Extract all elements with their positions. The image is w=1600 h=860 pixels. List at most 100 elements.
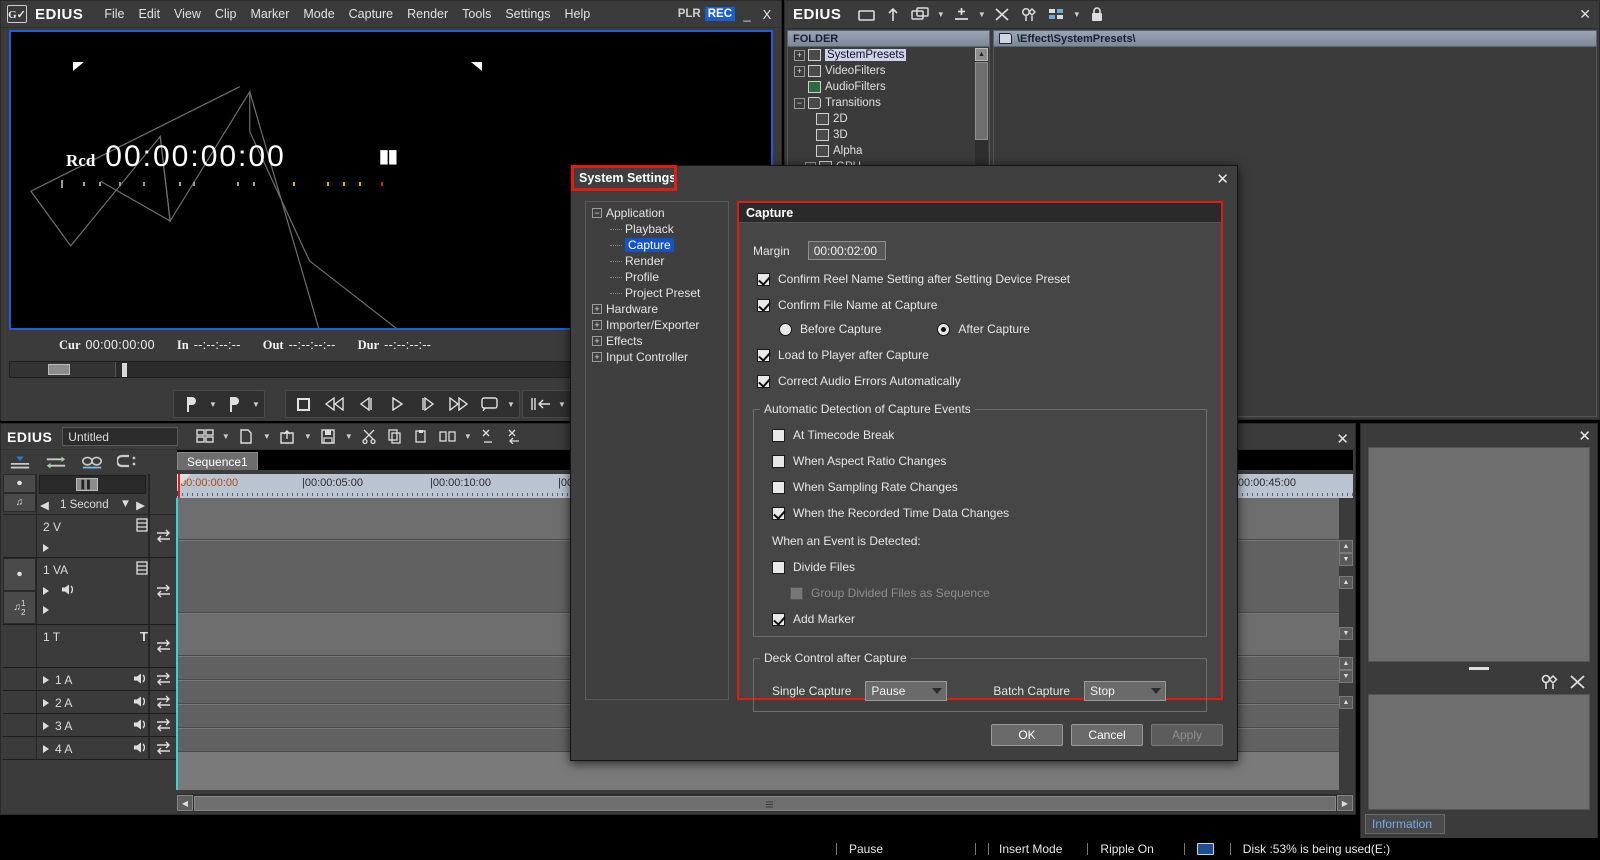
close-icon[interactable] bbox=[1569, 674, 1586, 693]
right-dock-splitter[interactable] bbox=[1368, 664, 1590, 672]
track-scroll-down-icon[interactable]: ▼ bbox=[1339, 627, 1353, 640]
set-in-point-button[interactable] bbox=[176, 391, 207, 417]
track-header-1t[interactable]: 1 T T bbox=[3, 625, 177, 668]
track-header-3a[interactable]: 3 A bbox=[3, 714, 177, 737]
menu-settings[interactable]: Settings bbox=[498, 5, 557, 23]
project-name-field[interactable]: Untitled bbox=[62, 427, 179, 446]
rewind-button[interactable] bbox=[319, 391, 350, 417]
category-profile[interactable]: Profile bbox=[586, 269, 728, 285]
checkbox-at-timecode-break[interactable]: At Timecode Break bbox=[772, 428, 1206, 442]
checkbox-icon[interactable] bbox=[772, 428, 785, 442]
timeline-horizontal-scrollbar[interactable]: ◀ ▶ bbox=[177, 794, 1353, 812]
set-out-point-button[interactable] bbox=[219, 391, 250, 417]
new-clip-icon[interactable] bbox=[235, 426, 257, 448]
minimize-button[interactable]: _ bbox=[739, 6, 755, 22]
expander-minus-icon[interactable]: − bbox=[592, 208, 602, 218]
scroll-left-arrow-icon[interactable]: ◀ bbox=[177, 795, 193, 811]
fast-forward-button[interactable] bbox=[443, 391, 474, 417]
delete-transition-icon[interactable] bbox=[477, 426, 499, 448]
checkbox-icon[interactable] bbox=[757, 348, 770, 362]
track-header-2a[interactable]: 2 A bbox=[3, 691, 177, 714]
expander-plus-icon[interactable]: + bbox=[794, 65, 805, 77]
scale-dropdown-caret-icon[interactable]: ▼ bbox=[120, 498, 131, 512]
checkbox-icon[interactable] bbox=[772, 612, 785, 626]
loop-button[interactable] bbox=[474, 391, 505, 417]
track-mixer-button[interactable] bbox=[149, 668, 177, 690]
scroll-up-arrow-icon[interactable]: ▲ bbox=[975, 48, 988, 61]
expander-plus-icon[interactable]: + bbox=[592, 336, 602, 346]
batch-capture-select[interactable]: Stop bbox=[1084, 681, 1167, 701]
link-icon[interactable] bbox=[81, 451, 103, 473]
speaker-icon[interactable] bbox=[133, 695, 148, 711]
track-mixer-button[interactable] bbox=[149, 737, 177, 759]
expander-minus-icon[interactable]: − bbox=[794, 97, 805, 109]
expand-track-arrow-icon[interactable] bbox=[43, 721, 49, 730]
new-folder-icon[interactable] bbox=[854, 4, 878, 26]
sequence-dropdown-caret-icon[interactable]: ▼ bbox=[220, 432, 231, 441]
radio-after-capture-icon[interactable] bbox=[937, 322, 951, 336]
tree-item-transitions[interactable]: − Transitions bbox=[788, 95, 989, 111]
track-mixer-button[interactable] bbox=[149, 515, 177, 557]
checkbox-recorded-time-data-changes[interactable]: When the Recorded Time Data Changes bbox=[772, 506, 1206, 520]
tree-item-alpha[interactable]: Alpha bbox=[788, 143, 989, 159]
tab-information[interactable]: Information bbox=[1365, 814, 1445, 834]
category-hardware[interactable]: + Hardware bbox=[586, 301, 728, 317]
plr-label[interactable]: PLR bbox=[678, 8, 701, 20]
snap-icon[interactable] bbox=[117, 451, 139, 473]
tree-item-audiofilters[interactable]: AudioFilters bbox=[788, 79, 989, 95]
in-point-dropdown-caret-icon[interactable]: ▼ bbox=[207, 400, 219, 409]
scrollbar-thumb[interactable] bbox=[975, 62, 988, 140]
speaker-icon[interactable] bbox=[133, 672, 148, 688]
save-icon[interactable] bbox=[317, 426, 339, 448]
scale-next-arrow-icon[interactable]: ▶ bbox=[136, 498, 145, 512]
copy-folder-dropdown-caret-icon[interactable]: ▼ bbox=[935, 4, 946, 26]
play-button[interactable] bbox=[381, 391, 412, 417]
menu-mode[interactable]: Mode bbox=[296, 5, 341, 23]
checkbox-add-marker[interactable]: Add Marker bbox=[772, 612, 1206, 626]
save-dropdown-caret-icon[interactable]: ▼ bbox=[343, 432, 354, 441]
expander-plus-icon[interactable]: + bbox=[592, 352, 602, 362]
tree-item-3d[interactable]: 3D bbox=[788, 127, 989, 143]
checkbox-confirm-file-name[interactable]: Confirm File Name at Capture bbox=[757, 298, 1221, 312]
up-folder-icon[interactable] bbox=[881, 4, 905, 26]
properties-icon[interactable] bbox=[1017, 4, 1041, 26]
menu-view[interactable]: View bbox=[167, 5, 208, 23]
track-name-row[interactable]: 2 V bbox=[37, 515, 148, 538]
rec-label[interactable]: REC bbox=[704, 7, 735, 21]
right-dock-close-button[interactable]: ✕ bbox=[1578, 427, 1591, 445]
scale-prev-arrow-icon[interactable]: ◀ bbox=[40, 498, 49, 512]
add-effect-icon[interactable] bbox=[949, 4, 973, 26]
right-dock-upper-pane[interactable] bbox=[1368, 447, 1590, 662]
replace-icon[interactable] bbox=[436, 426, 458, 448]
menu-help[interactable]: Help bbox=[558, 5, 598, 23]
video-mute-toggle[interactable]: ⏺ bbox=[3, 474, 36, 493]
radio-before-capture-icon[interactable] bbox=[779, 322, 792, 336]
tree-item-systempresets[interactable]: + SystemPresets bbox=[788, 47, 989, 63]
category-application[interactable]: − Application bbox=[586, 205, 728, 221]
track-mixer-button[interactable] bbox=[149, 625, 177, 667]
track-header-1va[interactable]: ⏺ ♫ 1 2 1 VA bbox=[3, 558, 177, 625]
expand-track-arrow-icon[interactable] bbox=[43, 744, 49, 753]
copy-icon[interactable] bbox=[384, 426, 406, 448]
timeline-close-button[interactable]: ✕ bbox=[1336, 430, 1349, 448]
speaker-icon[interactable] bbox=[61, 583, 76, 599]
track-name-row[interactable]: 1 T T bbox=[37, 625, 148, 648]
speaker-icon[interactable] bbox=[133, 718, 148, 734]
track-mixer-button[interactable] bbox=[149, 691, 177, 713]
right-dock-lower-pane[interactable] bbox=[1368, 694, 1590, 810]
track-scroll-up-icon[interactable]: ▲ bbox=[1339, 657, 1353, 670]
expander-plus-icon[interactable]: + bbox=[592, 320, 602, 330]
expander-plus-icon[interactable]: + bbox=[794, 49, 805, 61]
track-mixer-button[interactable] bbox=[149, 558, 177, 624]
copy-folder-icon[interactable] bbox=[908, 4, 932, 26]
sequence-marker-icon[interactable] bbox=[194, 426, 216, 448]
single-capture-select[interactable]: Pause bbox=[865, 681, 948, 701]
export-dropdown-caret-icon[interactable]: ▼ bbox=[302, 432, 313, 441]
view-mode-icon[interactable] bbox=[1044, 4, 1068, 26]
checkbox-confirm-reel-name[interactable]: Confirm Reel Name Setting after Setting … bbox=[757, 272, 1221, 286]
effect-panel-close-button[interactable]: ✕ bbox=[1579, 6, 1599, 23]
menu-marker[interactable]: Marker bbox=[243, 5, 296, 23]
expand-track-arrow-icon[interactable] bbox=[43, 675, 49, 684]
checkbox-icon[interactable] bbox=[772, 480, 785, 494]
timeline-zoom-slider[interactable]: ▌▌ bbox=[39, 475, 146, 494]
